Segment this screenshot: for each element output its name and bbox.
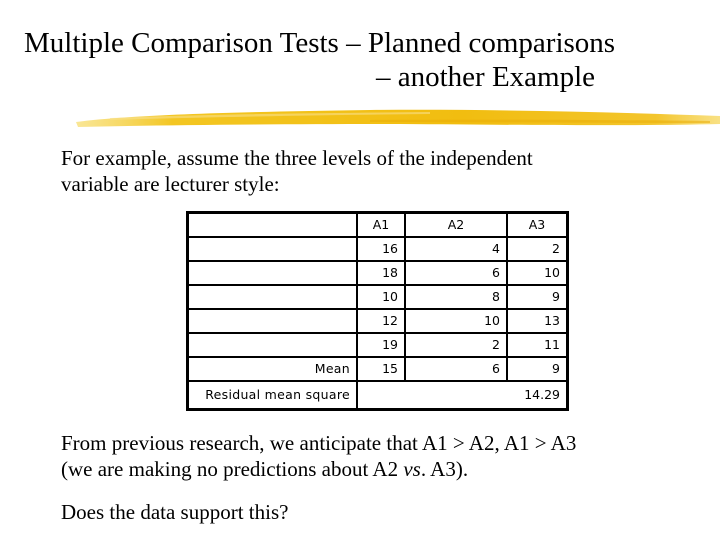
cell-a1: 10 bbox=[356, 284, 406, 310]
prediction-line-1: From previous research, we anticipate th… bbox=[61, 431, 577, 455]
table-header-row: A1 A2 A3 bbox=[186, 211, 569, 238]
cell-a1: 19 bbox=[356, 332, 406, 358]
cell-mean-a1: 15 bbox=[356, 356, 406, 382]
row-label-mean: Mean bbox=[186, 356, 358, 382]
prediction-line-2-post: . A3). bbox=[420, 457, 469, 481]
cell-mean-a3: 9 bbox=[506, 356, 569, 382]
header-cell-blank bbox=[186, 211, 358, 238]
cell-a3: 10 bbox=[506, 260, 569, 286]
header-cell-a2: A2 bbox=[404, 211, 508, 238]
table-row: 19 2 11 bbox=[186, 332, 569, 358]
data-table: A1 A2 A3 16 4 2 18 6 10 10 8 9 12 10 13 … bbox=[186, 211, 569, 411]
cell-a1: 12 bbox=[356, 308, 406, 334]
row-label bbox=[186, 308, 358, 334]
cell-a2: 2 bbox=[404, 332, 508, 358]
row-label bbox=[186, 332, 358, 358]
prediction-text: From previous research, we anticipate th… bbox=[61, 430, 576, 482]
cell-mean-a2: 6 bbox=[404, 356, 508, 382]
row-label bbox=[186, 284, 358, 310]
row-label bbox=[186, 236, 358, 262]
cell-a3: 11 bbox=[506, 332, 569, 358]
cell-a2: 6 bbox=[404, 260, 508, 286]
yellow-brush-stroke-divider bbox=[76, 109, 720, 127]
question-text: Does the data support this? bbox=[61, 500, 289, 524]
intro-line-1: For example, assume the three levels of … bbox=[61, 146, 533, 170]
intro-text: For example, assume the three levels of … bbox=[61, 145, 533, 197]
residual-value: 14.29 bbox=[356, 380, 569, 411]
prediction-line-2: (we are making no predictions about A2 v… bbox=[61, 456, 576, 482]
prediction-line-2-pre: (we are making no predictions about A2 bbox=[61, 457, 404, 481]
title-line-2: – another Example bbox=[376, 61, 596, 93]
table-row: 10 8 9 bbox=[186, 284, 569, 310]
table-row-mean: Mean 15 6 9 bbox=[186, 356, 569, 382]
cell-a2: 8 bbox=[404, 284, 508, 310]
table-row: 18 6 10 bbox=[186, 260, 569, 286]
table-row: 16 4 2 bbox=[186, 236, 569, 262]
cell-a3: 9 bbox=[506, 284, 569, 310]
table-row: 12 10 13 bbox=[186, 308, 569, 334]
title-line-1: Multiple Comparison Tests – Planned comp… bbox=[24, 27, 616, 59]
residual-label: Residual mean square bbox=[186, 380, 358, 411]
header-cell-a1: A1 bbox=[356, 211, 406, 238]
cell-a3: 13 bbox=[506, 308, 569, 334]
table-row-residual: Residual mean square 14.29 bbox=[186, 380, 569, 411]
prediction-vs-italic: vs bbox=[403, 457, 421, 481]
intro-line-2: variable are lecturer style: bbox=[61, 172, 280, 196]
row-label bbox=[186, 260, 358, 286]
header-cell-a3: A3 bbox=[506, 211, 569, 238]
cell-a3: 2 bbox=[506, 236, 569, 262]
cell-a2: 10 bbox=[404, 308, 508, 334]
cell-a2: 4 bbox=[404, 236, 508, 262]
cell-a1: 16 bbox=[356, 236, 406, 262]
cell-a1: 18 bbox=[356, 260, 406, 286]
